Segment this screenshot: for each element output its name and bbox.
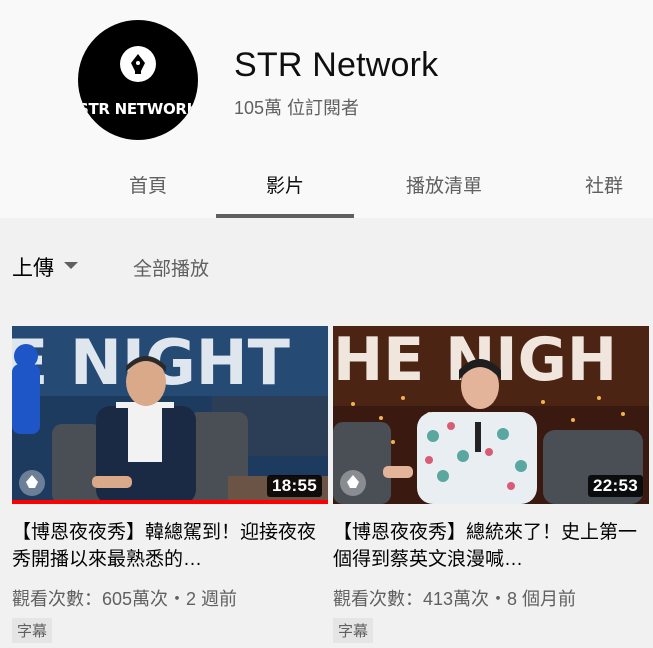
video-meta: 觀看次數：605萬次・2 週前 <box>12 589 238 609</box>
watch-progress-bar <box>12 500 328 504</box>
video-meta: 觀看次數：413萬次・8 個月前 <box>333 589 577 609</box>
tab-videos[interactable]: 影片 <box>216 160 354 218</box>
tab-community[interactable]: 社群 <box>566 160 642 218</box>
pen-nib-icon <box>120 46 156 82</box>
tab-playlists[interactable]: 播放清單 <box>384 160 504 218</box>
subtitles-badge: 字幕 <box>333 618 374 643</box>
video-duration: 18:55 <box>267 475 322 497</box>
video-card: HE NIGH 22:53 【博恩夜夜秀】總統來了！史上第一個得到蔡英文浪漫喊…… <box>333 326 649 643</box>
video-thumbnail[interactable]: HE NIGH 22:53 <box>333 326 649 504</box>
watermark-icon <box>340 470 366 496</box>
video-toolbar: 上傳 全部播放 <box>0 252 653 292</box>
tab-home[interactable]: 首頁 <box>100 160 196 218</box>
video-title[interactable]: 【博恩夜夜秀】總統來了！史上第一個得到蔡英文浪漫喊… <box>333 519 649 573</box>
watermark-icon <box>19 470 45 496</box>
channel-avatar[interactable]: STR NETWORK <box>78 20 198 140</box>
sort-label: 上傳 <box>12 257 54 280</box>
channel-header: STR NETWORK STR Network 105萬 位訂閱者 首頁 影片 … <box>0 0 653 218</box>
channel-tabs: 首頁 影片 播放清單 社群 <box>0 160 653 218</box>
video-card: E NIGHT 18:55 【博恩夜夜秀】韓總駕到！迎接夜夜秀開播以來最熟悉的…… <box>12 326 328 643</box>
video-duration: 22:53 <box>588 475 643 497</box>
video-thumbnail[interactable]: E NIGHT 18:55 <box>12 326 328 504</box>
caret-down-icon <box>64 262 78 269</box>
logo-text: STR NETWORK <box>78 100 198 118</box>
subscriber-count: 105萬 位訂閱者 <box>234 98 360 118</box>
channel-name: STR Network <box>234 46 439 84</box>
subtitles-badge: 字幕 <box>12 618 53 643</box>
video-title[interactable]: 【博恩夜夜秀】韓總駕到！迎接夜夜秀開播以來最熟悉的… <box>12 519 328 573</box>
sort-dropdown[interactable]: 上傳 <box>12 252 78 292</box>
play-all-button[interactable]: 全部播放 <box>133 254 209 281</box>
